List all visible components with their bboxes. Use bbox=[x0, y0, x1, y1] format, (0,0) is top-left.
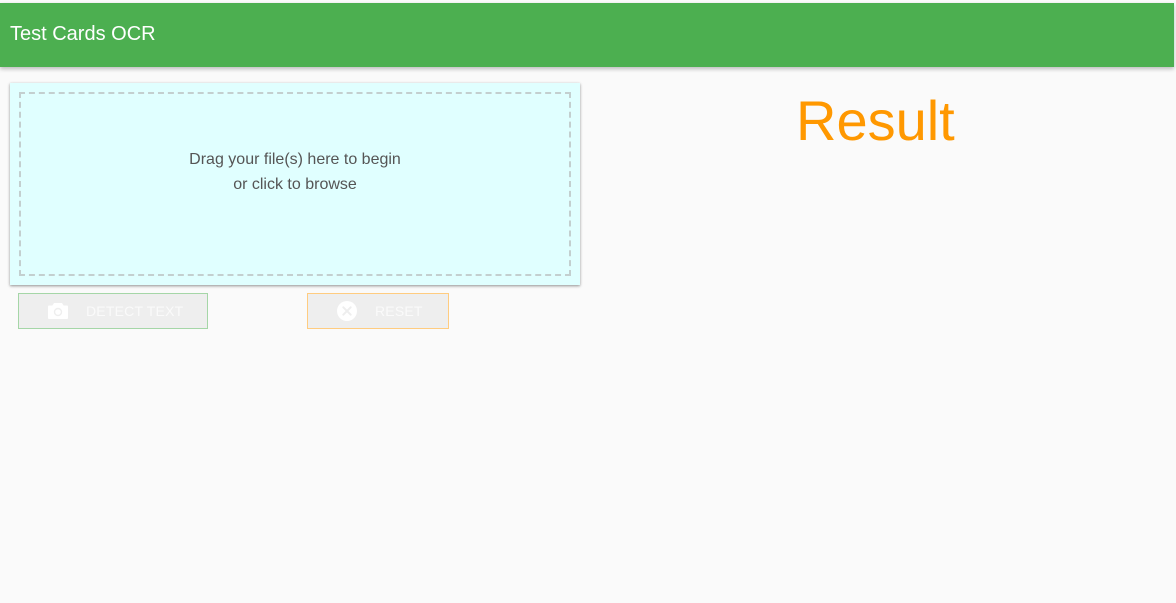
detect-text-button[interactable]: DETECT TEXT bbox=[18, 293, 208, 329]
file-dropzone[interactable]: Drag your file(s) here to begin or click… bbox=[19, 92, 571, 276]
result-heading: Result bbox=[796, 89, 955, 152]
reset-label: RESET bbox=[375, 303, 423, 319]
app-title: Test Cards OCR bbox=[10, 23, 156, 45]
reset-button[interactable]: RESET bbox=[307, 293, 449, 329]
dropzone-card: Drag your file(s) here to begin or click… bbox=[10, 83, 580, 285]
dropzone-browse-hint: or click to browse bbox=[233, 176, 357, 193]
detect-text-label: DETECT TEXT bbox=[86, 303, 184, 319]
dropzone-instruction: Drag your file(s) here to begin bbox=[189, 151, 401, 168]
app-toolbar: Test Cards OCR bbox=[0, 3, 1174, 67]
cancel-icon bbox=[336, 300, 358, 322]
app-page: Test Cards OCR Drag your file(s) here to… bbox=[0, 0, 1176, 603]
camera-icon bbox=[47, 300, 69, 322]
